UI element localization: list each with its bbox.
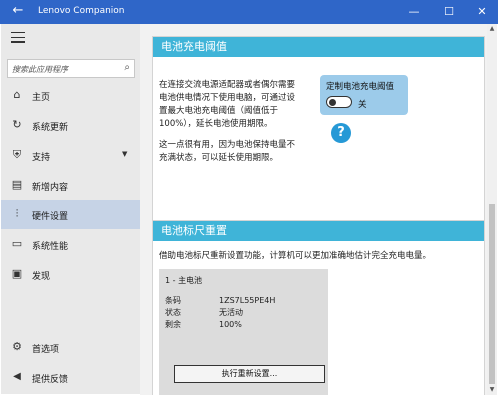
back-arrow-icon[interactable]: ← [10,3,26,19]
window-title: Lenovo Companion [38,6,125,16]
sidebar-item-label: 主页 [32,93,51,103]
hamburger-menu-icon[interactable] [11,32,25,44]
toggle-state: 关 [358,100,367,110]
sidebar: 搜索此应用程序 ⌕ ⌂ 主页 ↻ 系统更新 ⛨ 支持 ▼ ▤ 新增内容 ⫶ 硬件… [1,24,140,394]
card-title: 电池充电阈值 [153,37,484,57]
desc-line: 在连接交流电源适配器或者偶尔需要 [159,80,296,90]
toggle-label: 定制电池充电阈值 [326,82,395,92]
support-icon: ⛨ [12,148,22,161]
sidebar-item-whats-new[interactable]: ▤ 新增内容 [1,171,140,200]
sidebar-item-label: 硬件设置 [32,212,69,222]
battery-row: 状态 无活动 [165,307,243,318]
sidebar-item-label: 发现 [32,272,51,282]
search-input[interactable]: 搜索此应用程序 ⌕ [7,59,135,78]
sidebar-item-discover[interactable]: ▣ 发现 [1,260,140,289]
help-icon[interactable]: ? [331,123,351,143]
sidebar-item-preferences[interactable]: ⚙ 首选项 [1,333,140,362]
scroll-down-icon[interactable]: ▼ [487,385,497,395]
threshold-note: 这一点很有用，因为电池保持电量不 充满状态，可以延长使用期限。 [159,139,309,165]
search-placeholder: 搜索此应用程序 [12,65,68,74]
sidebar-item-label: 支持 [32,153,51,163]
row-value: 无活动 [219,308,243,317]
close-icon[interactable]: ✕ [465,0,498,24]
home-icon: ⌂ [13,88,21,101]
hardware-settings-icon: ⫶ [15,207,19,220]
battery-gauge-reset-card: 电池标尺重置 借助电池标尺重新设置功能，计算机可以更加准确地估计完全充电电量。 … [152,220,485,395]
update-icon: ↻ [12,118,22,131]
megaphone-icon: ◀ [13,371,21,382]
battery-row: 条码 1ZS7L55PE4H [165,295,275,306]
sidebar-item-system-performance[interactable]: ▭ 系统性能 [1,230,140,259]
card-title: 电池标尺重置 [153,221,484,241]
main-content: 电池充电阈值 在连接交流电源适配器或者偶尔需要 电池供电情况下使用电脑，可通过设… [140,24,487,395]
performance-icon: ▭ [11,237,23,250]
discover-icon: ▣ [11,267,23,280]
maximize-icon[interactable]: ☐ [432,0,466,24]
chevron-down-icon[interactable]: ▼ [122,150,127,158]
sidebar-item-label: 提供反馈 [32,375,69,385]
scroll-up-icon[interactable]: ▲ [487,24,497,34]
sidebar-item-system-update[interactable]: ↻ 系统更新 [1,111,140,140]
toggle-knob [329,98,336,106]
news-icon: ▤ [11,178,23,191]
title-bar: ← Lenovo Companion — ☐ ✕ [0,0,498,24]
row-value: 1ZS7L55PE4H [219,296,276,305]
battery-row: 剩余 100% [165,319,242,330]
search-icon[interactable]: ⌕ [124,62,130,73]
desc-line: 充满状态，可以延长使用期限。 [159,153,279,163]
scrollbar[interactable]: ▲ ▼ [487,24,497,395]
row-key: 条码 [165,296,181,305]
sidebar-item-hardware-settings[interactable]: ⫶ 硬件设置 [1,200,140,229]
sidebar-item-label: 系统性能 [32,242,69,252]
scrollbar-thumb[interactable] [489,204,495,384]
sidebar-item-feedback[interactable]: ◀ 提供反馈 [1,363,140,392]
custom-threshold-toggle[interactable] [326,96,352,108]
gauge-description: 借助电池标尺重新设置功能，计算机可以更加准确地估计完全充电电量。 [159,251,432,261]
row-value: 100% [219,320,242,329]
battery-info-panel: 1 - 主电池 条码 1ZS7L55PE4H 状态 无活动 剩余 100% 执行重新设… [159,269,328,395]
desc-line: 100%），延长电池使用期限。 [159,119,273,129]
row-key: 剩余 [165,320,181,329]
minimize-icon[interactable]: — [397,0,431,24]
desc-line: 电池供电情况下使用电脑，可通过设 [159,93,296,103]
sidebar-item-label: 首选项 [32,345,60,355]
sidebar-item-label: 系统更新 [32,123,69,133]
threshold-description: 在连接交流电源适配器或者偶尔需要 电池供电情况下使用电脑，可通过设 置最大电池充… [159,79,309,131]
desc-line: 这一点很有用，因为电池保持电量不 [159,140,296,150]
sidebar-item-home[interactable]: ⌂ 主页 [1,81,140,110]
sidebar-item-label: 新增内容 [32,183,69,193]
gear-icon: ⚙ [12,340,22,353]
battery-header: 1 - 主电池 [165,276,203,285]
custom-threshold-panel: 定制电池充电阈值 关 [320,75,408,115]
sidebar-item-support[interactable]: ⛨ 支持 ▼ [1,141,140,170]
row-key: 状态 [165,308,181,317]
battery-threshold-card: 电池充电阈值 在连接交流电源适配器或者偶尔需要 电池供电情况下使用电脑，可通过设… [152,36,485,228]
reset-gauge-button[interactable]: 执行重新设置... [174,365,325,383]
desc-line: 置最大电池充电阈值（阈值低于 [159,106,279,116]
